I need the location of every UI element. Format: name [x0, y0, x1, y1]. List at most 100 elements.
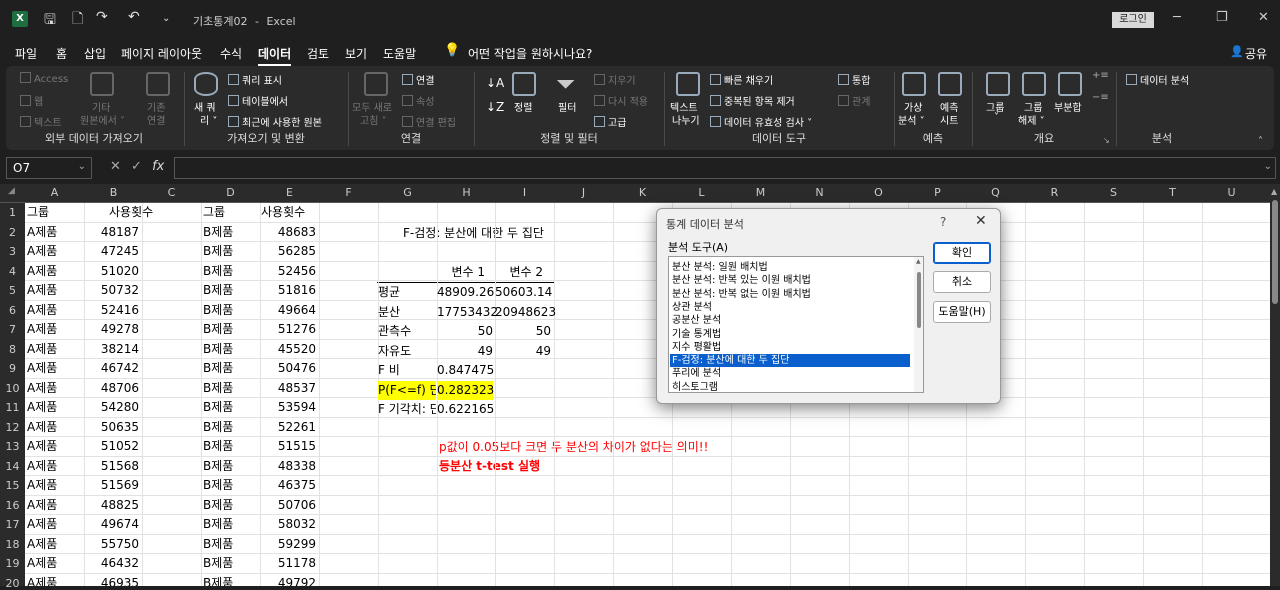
new-query-label-2[interactable]: 리 ˅ [200, 112, 217, 127]
forecast-sheet-label-2[interactable]: 시트 [940, 112, 958, 127]
column-header[interactable]: B [84, 186, 143, 199]
analysis-tool-item[interactable]: 기술 통계법 [670, 328, 910, 341]
from-table-button[interactable]: 테이블에서 [228, 93, 288, 108]
column-header[interactable]: T [1143, 186, 1202, 199]
list-scroll-thumb[interactable] [917, 272, 921, 328]
show-queries-button[interactable]: 쿼리 표시 [228, 72, 282, 87]
reapply-button[interactable]: 다시 적용 [594, 93, 648, 108]
connections-button[interactable]: 연결 [402, 72, 434, 87]
column-header[interactable]: U [1202, 186, 1261, 199]
column-header[interactable]: O [849, 186, 908, 199]
data-analysis-button[interactable]: 데이터 분석 [1126, 72, 1189, 87]
ok-button[interactable]: 확인 [933, 242, 991, 264]
tab-file[interactable]: 파일 [15, 45, 37, 62]
hide-detail-icon[interactable]: −≡ [1092, 92, 1109, 103]
cancel-button[interactable]: 취소 [933, 271, 991, 293]
column-header[interactable]: L [672, 186, 731, 199]
save-icon[interactable]: 🖫 [44, 9, 56, 33]
column-header[interactable]: M [731, 186, 790, 199]
login-button[interactable]: 로그인 [1112, 12, 1154, 28]
row-header[interactable]: 8 [0, 343, 25, 356]
advanced-filter-button[interactable]: 고급 [594, 114, 626, 129]
worksheet-grid[interactable]: F-검정: 분산에 대한 두 집단 변수 1 변수 2 p값이 0.05보다 크… [25, 203, 1270, 586]
row-header[interactable]: 9 [0, 362, 25, 375]
row-header[interactable]: 6 [0, 304, 25, 317]
row-header[interactable]: 20 [0, 577, 25, 590]
row-header[interactable]: 17 [0, 518, 25, 531]
insert-function-icon[interactable]: fx [152, 159, 164, 174]
data-validation-button[interactable]: 데이터 유효성 검사 ˅ [710, 114, 812, 129]
from-web-button[interactable]: 웹 [20, 93, 43, 108]
column-header[interactable]: D [201, 186, 260, 199]
existing-connections-label-2[interactable]: 연결 [147, 112, 165, 127]
share-button[interactable]: 공유 [1245, 45, 1267, 62]
help-icon[interactable]: ? [940, 215, 946, 229]
column-header[interactable]: P [908, 186, 967, 199]
properties-button[interactable]: 속성 [402, 93, 434, 108]
analysis-tool-item[interactable]: 분산 분석: 일원 배치법 [670, 261, 910, 274]
analysis-tool-item[interactable]: 분산 분석: 반복 있는 이원 배치법 [670, 274, 910, 287]
row-header[interactable]: 3 [0, 245, 25, 258]
flash-fill-button[interactable]: 빠른 채우기 [710, 72, 773, 87]
formula-input[interactable] [174, 157, 1276, 179]
show-detail-icon[interactable]: +≡ [1092, 70, 1109, 81]
close-icon[interactable]: ✕ [1258, 10, 1269, 25]
row-header[interactable]: 1 [0, 206, 25, 219]
tab-help[interactable]: 도움말 [383, 45, 416, 62]
column-header[interactable]: G [378, 186, 437, 199]
tab-view[interactable]: 보기 [345, 45, 367, 62]
collapse-ribbon-icon[interactable]: ˄ [1258, 136, 1263, 147]
scroll-up-icon[interactable]: ▲ [916, 258, 921, 265]
dialog-launcher-icon[interactable]: ↘ [1103, 136, 1110, 145]
filter-button[interactable]: 필터 [558, 99, 576, 114]
row-header[interactable]: 12 [0, 421, 25, 434]
analysis-tool-item[interactable]: F-검정: 분산에 대한 두 집단 [670, 354, 910, 368]
clear-filter-button[interactable]: 지우기 [594, 72, 636, 87]
from-access-button[interactable]: Access [20, 72, 68, 85]
what-if-label-2[interactable]: 분석 ˅ [898, 112, 925, 127]
analysis-tool-item[interactable]: 공분산 분석 [670, 314, 910, 327]
tab-review[interactable]: 검토 [307, 45, 329, 62]
column-header[interactable]: Q [966, 186, 1025, 199]
column-header[interactable]: N [790, 186, 849, 199]
analysis-tool-item[interactable]: 푸리에 분석 [670, 367, 910, 380]
column-header[interactable]: J [554, 186, 613, 199]
undo-icon[interactable]: ↶ [128, 9, 140, 25]
row-header[interactable]: 19 [0, 557, 25, 570]
column-header[interactable]: H [437, 186, 496, 199]
analysis-tool-item[interactable]: 히스토그램 [670, 381, 910, 392]
select-all-icon[interactable]: ◢ [8, 186, 15, 196]
chevron-down-icon[interactable]: ⌄ [78, 161, 86, 172]
subtotal-button[interactable]: 부분합 [1054, 99, 1082, 114]
minimize-icon[interactable]: ─ [1173, 10, 1181, 25]
scroll-thumb[interactable] [1272, 200, 1278, 304]
column-header[interactable]: I [495, 186, 554, 199]
column-header[interactable]: K [613, 186, 672, 199]
row-header[interactable]: 18 [0, 538, 25, 551]
row-header[interactable]: 13 [0, 440, 25, 453]
sort-descending-icon[interactable]: ↓Z [486, 100, 504, 114]
close-icon[interactable]: ✕ [975, 213, 987, 229]
scroll-up-icon[interactable]: ▲ [1271, 187, 1277, 196]
help-button[interactable]: 도움말(H) [933, 301, 991, 323]
column-header[interactable]: A [25, 186, 84, 199]
name-box[interactable]: O7 ⌄ [6, 157, 92, 179]
new-file-icon[interactable]: 🗋 [72, 8, 83, 32]
row-header[interactable]: 2 [0, 226, 25, 239]
tab-data[interactable]: 데이터 [258, 45, 292, 67]
analysis-tool-item[interactable]: 상관 분석 [670, 301, 910, 314]
tell-me-search[interactable]: 어떤 작업을 원하시나요? [468, 45, 592, 62]
tab-page-layout[interactable]: 페이지 레이아웃 [121, 45, 202, 62]
row-header[interactable]: 4 [0, 265, 25, 278]
tab-formulas[interactable]: 수식 [220, 45, 242, 62]
other-sources-label-2[interactable]: 원본에서 ˅ [80, 112, 125, 127]
enter-icon[interactable]: ✓ [131, 159, 142, 174]
column-header[interactable]: R [1025, 186, 1084, 199]
group-button-label-2[interactable]: ˅ [994, 112, 999, 123]
tab-insert[interactable]: 삽입 [84, 45, 106, 62]
maximize-icon[interactable]: ❐ [1216, 10, 1228, 25]
relationships-button[interactable]: 관계 [838, 93, 870, 108]
ungroup-label-2[interactable]: 해제 ˅ [1018, 112, 1045, 127]
analysis-tool-item[interactable]: 분산 분석: 반복 없는 이원 배치법 [670, 288, 910, 301]
row-header[interactable]: 10 [0, 382, 25, 395]
